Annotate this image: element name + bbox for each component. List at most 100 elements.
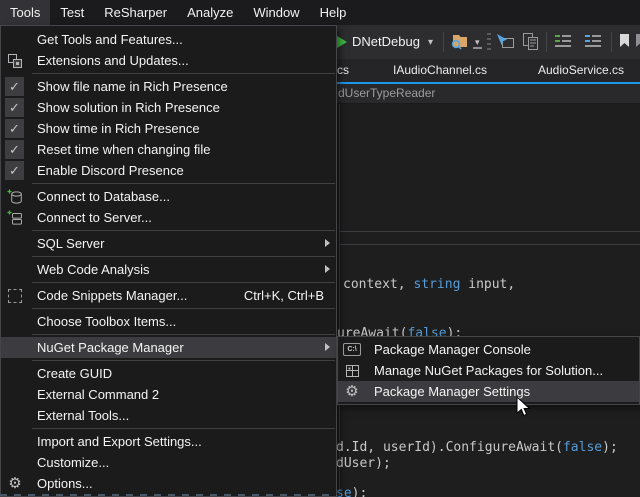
extensions-icon xyxy=(5,52,25,69)
submenu-arrow-icon xyxy=(325,239,330,247)
menu-item-label: Web Code Analysis xyxy=(37,262,150,277)
search-dropdown-icon[interactable]: ▾ xyxy=(473,38,482,49)
database-add-icon xyxy=(5,188,25,205)
menu-item-connect-to-database[interactable]: Connect to Database... xyxy=(1,186,336,207)
toolbar-separator xyxy=(443,32,444,52)
menu-item-label: External Tools... xyxy=(37,408,129,423)
menu-item-label: Connect to Database... xyxy=(37,189,170,204)
menubar-item-resharper[interactable]: ReSharper xyxy=(94,0,177,25)
menu-item-create-guid[interactable]: Create GUID xyxy=(1,363,336,384)
code-line[interactable]: se); xyxy=(336,486,367,497)
quick-info-icon[interactable] xyxy=(521,32,541,56)
menu-separator xyxy=(32,282,335,283)
menu-separator xyxy=(32,230,335,231)
menu-item-label: Options... xyxy=(37,476,93,491)
submenu-arrow-icon xyxy=(325,265,330,273)
toolbar-drag-handle[interactable] xyxy=(487,33,491,51)
checkmark-icon: ✓ xyxy=(5,161,24,180)
menu-item-show-time-rich-presence[interactable]: ✓ Show time in Rich Presence xyxy=(1,118,336,139)
menubar-item-test[interactable]: Test xyxy=(50,0,94,25)
menu-item-customize[interactable]: Customize... xyxy=(1,452,336,473)
code-line[interactable]: dUser); xyxy=(336,456,391,471)
code-snippets-icon xyxy=(5,287,25,304)
submenu-arrow-icon xyxy=(325,343,330,351)
code-divider-line xyxy=(340,244,640,245)
menu-item-label: Package Manager Settings xyxy=(374,384,530,399)
menu-item-label: Customize... xyxy=(37,455,109,470)
menu-item-sql-server[interactable]: SQL Server xyxy=(1,233,336,254)
gear-icon: ⚙ xyxy=(342,383,362,400)
menu-item-label: Package Manager Console xyxy=(374,342,531,357)
menu-clipped-edge xyxy=(0,494,337,496)
code-divider-line xyxy=(340,231,640,232)
menu-item-manage-nuget-packages-solution[interactable]: Manage NuGet Packages for Solution... xyxy=(338,360,639,381)
menubar-item-help[interactable]: Help xyxy=(310,0,357,25)
menubar-item-analyze[interactable]: Analyze xyxy=(177,0,243,25)
menu-item-label: Choose Toolbox Items... xyxy=(37,314,176,329)
menu-item-enable-discord-presence[interactable]: ✓ Enable Discord Presence xyxy=(1,160,336,181)
console-icon: C:\ xyxy=(342,341,362,358)
gear-icon: ⚙ xyxy=(5,475,25,492)
menu-item-web-code-analysis[interactable]: Web Code Analysis xyxy=(1,259,336,280)
checkmark-icon: ✓ xyxy=(5,77,24,96)
start-debug-icon[interactable] xyxy=(336,35,348,54)
menu-item-package-manager-console[interactable]: C:\ Package Manager Console xyxy=(338,339,639,360)
checkmark-icon: ✓ xyxy=(5,98,24,117)
menu-item-show-file-name-rich-presence[interactable]: ✓ Show file name in Rich Presence xyxy=(1,76,336,97)
menu-separator xyxy=(32,183,335,184)
mouse-cursor xyxy=(516,396,532,425)
menubar-item-window[interactable]: Window xyxy=(243,0,309,25)
server-add-icon xyxy=(5,209,25,226)
menu-item-show-solution-rich-presence[interactable]: ✓ Show solution in Rich Presence xyxy=(1,97,336,118)
uncomment-lines-icon[interactable] xyxy=(583,33,603,54)
menu-item-shortcut: Ctrl+K, Ctrl+B xyxy=(244,288,324,303)
menu-item-connect-to-server[interactable]: Connect to Server... xyxy=(1,207,336,228)
menu-separator xyxy=(32,360,335,361)
menu-item-label: Show time in Rich Presence xyxy=(37,121,200,136)
toolbar-separator xyxy=(546,32,547,52)
toggle-bookmark-icon[interactable] xyxy=(618,33,631,53)
previous-bookmark-icon[interactable] xyxy=(634,33,640,53)
code-line[interactable]: context, string input, xyxy=(343,277,515,292)
editor-margin-line xyxy=(339,104,340,497)
run-configuration-label[interactable]: DNetDebug xyxy=(352,34,420,49)
menu-item-code-snippets-manager[interactable]: Code Snippets Manager... Ctrl+K, Ctrl+B xyxy=(1,285,336,306)
document-tab-audioservice[interactable]: AudioService.cs xyxy=(538,63,624,77)
breadcrumb-type-name[interactable]: dUserTypeReader xyxy=(338,86,435,100)
menu-item-external-tools[interactable]: External Tools... xyxy=(1,405,336,426)
menu-item-nuget-package-manager[interactable]: NuGet Package Manager xyxy=(1,337,336,358)
menu-item-label: Extensions and Updates... xyxy=(37,53,189,68)
menu-item-label: Connect to Server... xyxy=(37,210,152,225)
document-tab-iaudiochannel[interactable]: IAudioChannel.cs xyxy=(393,63,487,77)
menu-item-label: Reset time when changing file xyxy=(37,142,210,157)
checkmark-icon: ✓ xyxy=(5,140,24,159)
menu-item-import-export-settings[interactable]: Import and Export Settings... xyxy=(1,431,336,452)
navigate-to-icon[interactable] xyxy=(495,33,515,55)
menu-item-label: Manage NuGet Packages for Solution... xyxy=(374,363,603,378)
menu-item-choose-toolbox-items[interactable]: Choose Toolbox Items... xyxy=(1,311,336,332)
menu-item-label: Import and Export Settings... xyxy=(37,434,202,449)
comment-lines-icon[interactable] xyxy=(553,33,573,54)
menu-item-label: SQL Server xyxy=(37,236,104,251)
nuget-package-manager-submenu: C:\ Package Manager Console Manage NuGet… xyxy=(337,336,640,405)
search-solution-icon[interactable] xyxy=(450,32,469,55)
toolbar-separator xyxy=(611,32,612,52)
menu-item-external-command-2[interactable]: External Command 2 xyxy=(1,384,336,405)
menu-bar: Tools Test ReSharper Analyze Window Help xyxy=(0,0,640,25)
tools-menu: Get Tools and Features... Extensions and… xyxy=(0,25,337,497)
menu-separator xyxy=(32,308,335,309)
menu-item-label: Code Snippets Manager... xyxy=(37,288,187,303)
package-manage-icon xyxy=(342,362,362,379)
menubar-item-tools[interactable]: Tools xyxy=(0,0,50,25)
document-tab-partial[interactable]: cs xyxy=(337,63,349,77)
menu-item-extensions-and-updates[interactable]: Extensions and Updates... xyxy=(1,50,336,71)
checkmark-icon: ✓ xyxy=(5,119,24,138)
menu-item-label: Get Tools and Features... xyxy=(37,32,183,47)
menu-item-reset-time-changing-file[interactable]: ✓ Reset time when changing file xyxy=(1,139,336,160)
menu-item-options[interactable]: ⚙ Options... xyxy=(1,473,336,494)
chevron-down-icon[interactable]: ▾ xyxy=(428,38,433,48)
menu-item-get-tools-and-features[interactable]: Get Tools and Features... xyxy=(1,29,336,50)
menu-item-package-manager-settings[interactable]: ⚙ Package Manager Settings xyxy=(338,381,639,402)
code-line[interactable]: d.Id, userId).ConfigureAwait(false); xyxy=(336,440,618,455)
menu-item-label: Show solution in Rich Presence xyxy=(37,100,220,115)
